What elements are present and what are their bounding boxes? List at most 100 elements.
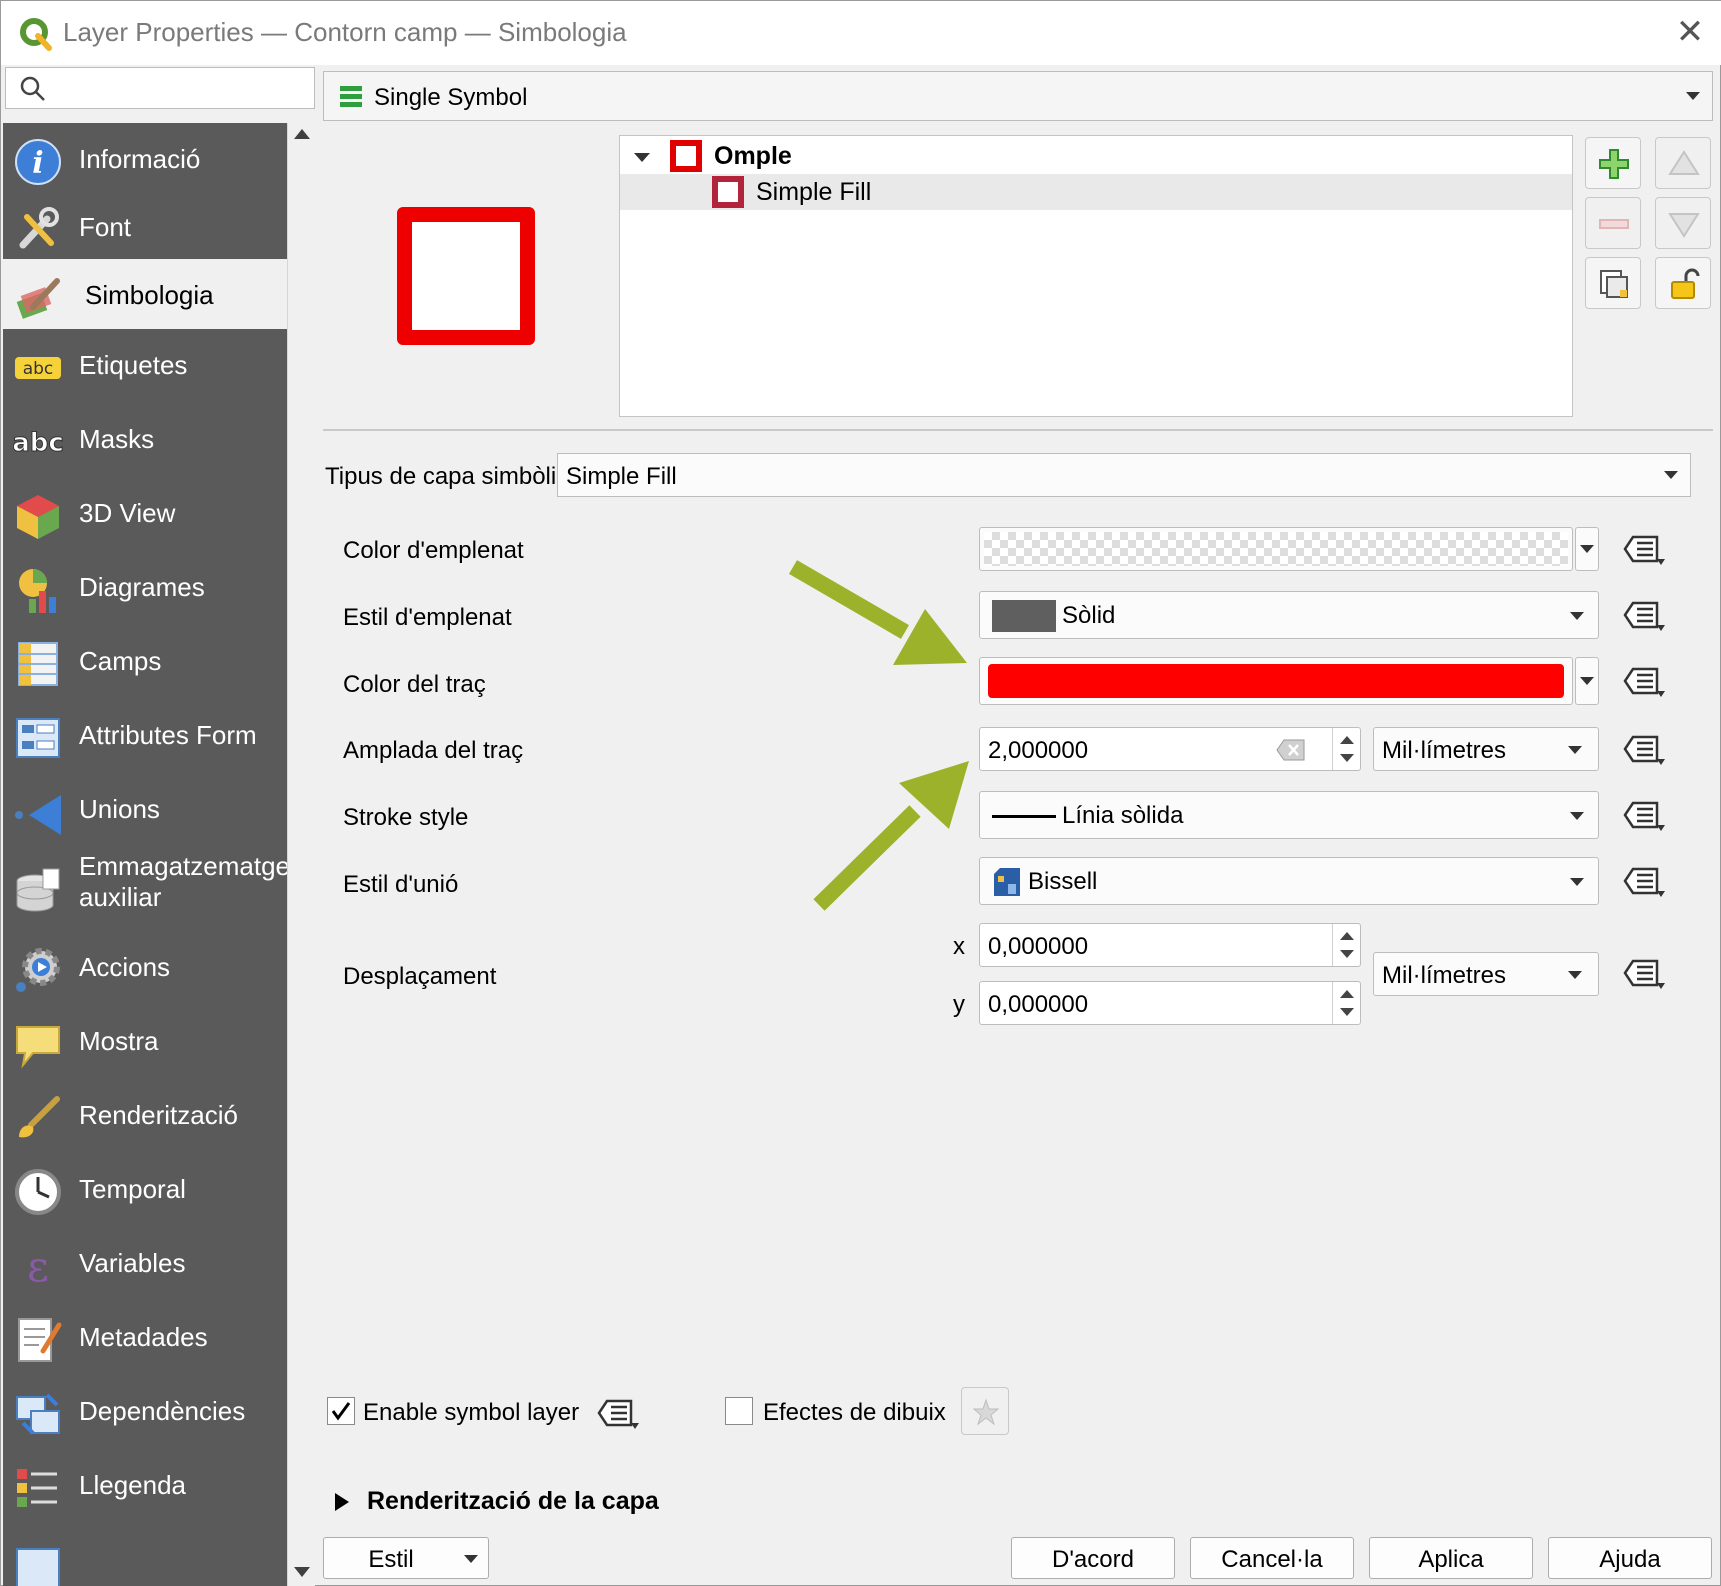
sidebar-item-renderitzacio[interactable]: Renderització (3, 1079, 287, 1153)
data-defined-override-icon[interactable] (1617, 729, 1669, 769)
sidebar-item-informacio[interactable]: i Informació (3, 123, 287, 197)
data-defined-override-icon[interactable] (1617, 861, 1669, 901)
annotation-arrow-stroke-width (813, 761, 969, 911)
add-layer-button[interactable] (1585, 137, 1641, 189)
data-defined-override-icon[interactable] (591, 1393, 643, 1433)
clear-icon[interactable] (1276, 738, 1306, 762)
fill-color-dropdown[interactable] (1575, 527, 1599, 571)
sidebar-item-label: Llegenda (79, 1470, 186, 1500)
close-icon[interactable]: ✕ (1673, 15, 1707, 49)
help-button[interactable]: Ajuda (1548, 1537, 1712, 1579)
info-icon: i (15, 139, 61, 185)
spin-down-icon[interactable] (1340, 950, 1354, 958)
spin-up-icon[interactable] (1340, 932, 1354, 940)
sidebar-item-simbologia[interactable]: Simbologia (3, 259, 287, 329)
layer-rendering-section[interactable]: Renderització de la capa (367, 1487, 659, 1516)
stroke-style-select[interactable]: Línia sòlida (979, 791, 1599, 839)
remove-layer-button[interactable] (1585, 197, 1641, 249)
sidebar-item-attributes-form[interactable]: Attributes Form (3, 699, 287, 773)
sidebar-item-camps[interactable]: Camps (3, 625, 287, 699)
ok-button[interactable]: D'acord (1011, 1537, 1175, 1579)
sidebar-item-3d-view[interactable]: 3D View (3, 477, 287, 551)
style-menu-button[interactable]: Estil (323, 1537, 489, 1579)
offset-unit-value: Mil·límetres (1382, 962, 1506, 989)
layer-type-select[interactable]: Simple Fill (557, 453, 1691, 497)
sidebar-item-etiquetes[interactable]: abc Etiquetes (3, 329, 287, 403)
tree-root-label: Omple (714, 142, 792, 170)
sidebar-item-temporal[interactable]: Temporal (3, 1153, 287, 1227)
spin-down-icon[interactable] (1340, 1008, 1354, 1016)
spin-up-icon[interactable] (1340, 736, 1354, 744)
checkmark-icon (331, 1402, 351, 1421)
tree-row-simple-fill[interactable]: Simple Fill (620, 174, 1572, 210)
sidebar-item-partial[interactable] (3, 1523, 287, 1586)
data-defined-override-icon[interactable] (1617, 529, 1669, 569)
chevron-down-icon (1568, 746, 1582, 754)
stroke-color-button[interactable] (979, 657, 1573, 705)
data-defined-override-icon[interactable] (1617, 595, 1669, 635)
stroke-width-label: Amplada del traç (343, 737, 524, 764)
move-down-button[interactable] (1655, 197, 1711, 249)
offset-unit-select[interactable]: Mil·límetres (1373, 952, 1599, 996)
stroke-color-label: Color del traç (343, 671, 486, 698)
chevron-down-icon (1570, 612, 1584, 620)
spin-up-icon[interactable] (1340, 990, 1354, 998)
move-up-button[interactable] (1655, 137, 1711, 189)
sidebar-item-variables[interactable]: ε Variables (3, 1227, 287, 1301)
tree-row-fill[interactable]: Omple (620, 138, 1572, 174)
data-defined-override-icon[interactable] (1617, 795, 1669, 835)
sidebar-item-metadades[interactable]: Metadades (3, 1301, 287, 1375)
data-defined-override-icon[interactable] (1617, 661, 1669, 701)
scroll-down-icon[interactable] (294, 1567, 310, 1577)
sidebar-item-mostra[interactable]: Mostra (3, 1005, 287, 1079)
stroke-color-dropdown[interactable] (1575, 657, 1599, 705)
sidebar-search-input[interactable] (5, 67, 315, 109)
sidebar-item-accions[interactable]: Accions (3, 931, 287, 1005)
sidebar-item-llegenda[interactable]: Llegenda (3, 1449, 287, 1523)
spin-arrows[interactable] (1332, 924, 1360, 966)
renderer-label: Single Symbol (374, 84, 528, 111)
joins-icon (15, 795, 61, 835)
sidebar-item-emmagatzematge-auxiliar[interactable]: Emmagatzematge auxiliar (3, 847, 287, 931)
svg-text:ε: ε (27, 1242, 49, 1291)
fill-style-select[interactable]: Sòlid (979, 591, 1599, 639)
sidebar-item-dependencies[interactable]: Dependències (3, 1375, 287, 1449)
sidebar-item-label: Dependències (79, 1396, 246, 1426)
scroll-up-icon[interactable] (294, 129, 310, 139)
spin-down-icon[interactable] (1340, 754, 1354, 762)
collapse-icon[interactable] (634, 153, 650, 162)
join-style-select[interactable]: Bissell (979, 857, 1599, 905)
stroke-width-unit-select[interactable]: Mil·límetres (1373, 727, 1599, 771)
enable-layer-checkbox[interactable] (327, 1397, 355, 1425)
sidebar-scrollbar[interactable] (287, 123, 315, 1586)
minus-icon (1599, 219, 1629, 229)
symbol-layers-tree: Omple Simple Fill (619, 135, 1573, 417)
fill-color-button[interactable] (979, 527, 1573, 571)
chevron-down-icon (1580, 545, 1594, 553)
splitter[interactable] (323, 429, 1713, 431)
renderer-select[interactable]: Single Symbol (323, 71, 1713, 121)
draw-effects-button[interactable] (961, 1387, 1009, 1435)
sidebar-item-label: Attributes Form (79, 720, 257, 750)
sidebar-item-label: Mostra (79, 1026, 159, 1056)
expand-icon[interactable] (333, 1491, 351, 1513)
chevron-down-icon (1570, 812, 1584, 820)
draw-effects-checkbox[interactable] (725, 1397, 753, 1425)
sidebar-item-masks[interactable]: abc Masks (3, 403, 287, 477)
enable-layer-label: Enable symbol layer (363, 1399, 580, 1426)
sidebar-item-font[interactable]: Font (3, 191, 287, 265)
spin-arrows[interactable] (1332, 728, 1360, 770)
source-tools-icon (19, 207, 59, 249)
lock-layer-button[interactable] (1655, 257, 1711, 309)
sidebar-item-diagrames[interactable]: Diagrames (3, 551, 287, 625)
spin-arrows[interactable] (1332, 982, 1360, 1024)
apply-button[interactable]: Aplica (1369, 1537, 1533, 1579)
stroke-style-label: Stroke style (343, 804, 469, 831)
sidebar-item-unions[interactable]: Unions (3, 773, 287, 847)
data-defined-override-icon[interactable] (1617, 953, 1669, 993)
stroke-width-spinbox[interactable]: 2,000000 (979, 727, 1361, 771)
offset-y-spinbox[interactable]: 0,000000 (979, 981, 1361, 1025)
offset-x-spinbox[interactable]: 0,000000 (979, 923, 1361, 967)
cancel-button[interactable]: Cancel·la (1190, 1537, 1354, 1579)
duplicate-layer-button[interactable] (1585, 257, 1641, 309)
